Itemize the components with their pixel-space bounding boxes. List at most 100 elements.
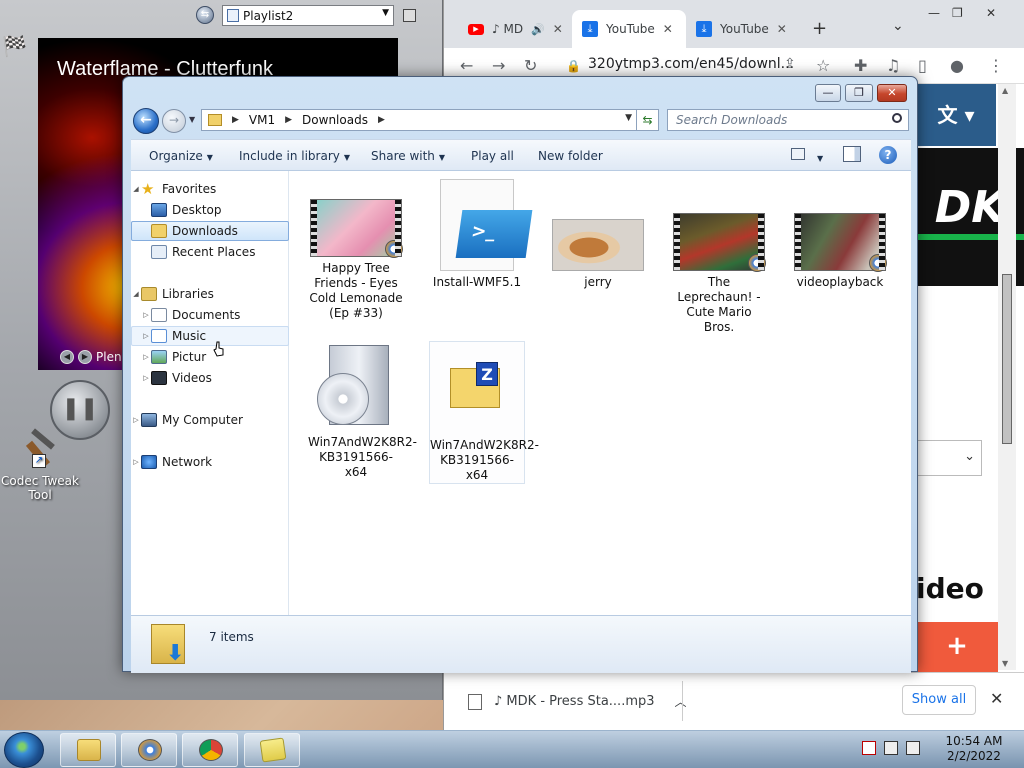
bookmark-star-icon[interactable]: ☆ xyxy=(816,56,830,75)
change-view-icon[interactable] xyxy=(791,148,805,160)
taskbar-chrome-button[interactable] xyxy=(182,733,238,767)
volume-icon[interactable] xyxy=(906,741,920,755)
file-item[interactable]: >_ Install-WMF5.1 xyxy=(429,179,533,290)
forward-button[interactable]: → xyxy=(162,109,186,133)
tab-search-button[interactable]: ⌄ xyxy=(892,18,904,34)
nav-libraries[interactable]: ◢ Libraries xyxy=(131,284,289,304)
recent-pages-dropdown[interactable]: ▼ xyxy=(189,115,195,124)
media-control-icon[interactable]: ♫ xyxy=(886,56,900,75)
search-icon[interactable] xyxy=(892,113,902,123)
chevron-up-icon[interactable]: ︿ xyxy=(675,693,687,710)
expand-arrow-icon[interactable]: ▷ xyxy=(131,416,141,424)
expand-arrow-icon[interactable]: ◢ xyxy=(131,185,141,193)
expand-arrow-icon[interactable]: ▷ xyxy=(141,353,151,361)
media-player-badge-icon xyxy=(385,240,403,258)
maximize-button[interactable]: ❐ xyxy=(845,84,873,102)
nav-desktop[interactable]: Desktop xyxy=(131,200,289,220)
tab-youtube-1[interactable]: ⤓ YouTube ✕ xyxy=(572,10,686,48)
minimize-button[interactable]: — xyxy=(928,6,940,20)
expand-arrow-icon[interactable]: ◢ xyxy=(131,290,141,298)
refresh-button[interactable]: ⇆ xyxy=(637,109,659,131)
scroll-up-icon[interactable]: ▲ xyxy=(1002,86,1008,95)
chevron-right-icon[interactable]: ▶ xyxy=(378,115,385,125)
expand-arrow-icon[interactable]: ▷ xyxy=(141,311,151,319)
organize-menu[interactable]: Organize ▼ xyxy=(149,149,213,163)
address-bar[interactable]: 320ytmp3.com/en45/downl... xyxy=(588,56,794,72)
side-panel-icon[interactable]: ▯ xyxy=(918,56,927,75)
taskbar-folder-button[interactable] xyxy=(244,733,300,767)
tab-youtube-2[interactable]: ⤓ YouTube ✕ xyxy=(686,10,800,48)
view-options-dropdown[interactable]: ▼ xyxy=(813,150,823,164)
share-icon[interactable]: ⇪ xyxy=(784,56,796,72)
action-center-flag-icon[interactable] xyxy=(862,741,876,755)
network-tray-icon[interactable] xyxy=(884,741,898,755)
include-in-library-menu[interactable]: Include in library ▼ xyxy=(239,149,350,163)
preview-pane-icon[interactable] xyxy=(843,146,861,162)
expand-arrow-icon[interactable]: ▷ xyxy=(141,374,151,382)
taskbar-explorer-button[interactable] xyxy=(60,733,116,767)
breadcrumb-downloads[interactable]: Downloads xyxy=(302,113,368,127)
switch-to-library-button[interactable]: ⇆ xyxy=(196,6,214,24)
profile-icon[interactable]: ● xyxy=(950,56,964,75)
new-tab-button[interactable]: + xyxy=(812,18,827,39)
close-window-button[interactable]: ✕ xyxy=(986,6,996,20)
close-tab-icon[interactable]: ✕ xyxy=(777,22,787,36)
format-select[interactable]: ⌄ xyxy=(916,440,982,476)
play-icon[interactable]: ▶ xyxy=(78,350,92,364)
file-item[interactable]: Happy Tree Friends - Eyes Cold Lemonade … xyxy=(308,199,404,321)
file-item[interactable]: Win7AndW2K8R2-KB3191566-x64 xyxy=(308,345,417,480)
download-item[interactable]: ♪ MDK - Press Sta....mp3 ︿ xyxy=(468,693,687,710)
file-item[interactable]: Z Win7AndW2K8R2-KB3191566-x64 xyxy=(429,341,539,484)
help-icon[interactable]: ? xyxy=(879,146,897,164)
wmp-minimize-button[interactable] xyxy=(403,9,416,22)
playlist-dropdown[interactable]: Playlist2 ▼ xyxy=(222,5,394,26)
scroll-down-icon[interactable]: ▼ xyxy=(1002,659,1008,668)
breadcrumb-vm1[interactable]: VM1 xyxy=(249,113,275,127)
nav-pictures[interactable]: ▷ Pictur xyxy=(131,347,289,367)
forward-arrow-icon[interactable]: → xyxy=(492,56,505,75)
chevron-right-icon[interactable]: ▶ xyxy=(285,115,292,125)
previous-icon[interactable]: ◀ xyxy=(60,350,74,364)
expand-arrow-icon[interactable]: ▷ xyxy=(141,332,151,340)
file-item[interactable]: jerry xyxy=(550,219,646,290)
desktop-icon-codec-tweak-tool[interactable]: ↗ Codec Tweak Tool xyxy=(0,428,80,502)
reload-icon[interactable]: ↻ xyxy=(524,56,537,75)
minimize-button[interactable]: — xyxy=(815,84,841,102)
file-item[interactable]: videoplayback xyxy=(792,213,888,290)
maximize-button[interactable]: ❐ xyxy=(952,6,963,20)
show-all-button[interactable]: Show all xyxy=(902,685,976,715)
close-tab-icon[interactable]: ✕ xyxy=(553,22,563,36)
chevron-right-icon[interactable]: ▶ xyxy=(232,115,239,125)
nav-music[interactable]: ▷ Music xyxy=(131,326,289,346)
new-folder-button[interactable]: New folder xyxy=(538,149,603,163)
search-input[interactable]: Search Downloads xyxy=(667,109,909,131)
nav-favorites[interactable]: ◢ ★ Favorites xyxy=(131,179,289,199)
nav-videos[interactable]: ▷ Videos xyxy=(131,368,289,388)
close-tab-icon[interactable]: ✕ xyxy=(663,22,673,36)
add-button[interactable]: + xyxy=(916,622,998,672)
close-window-button[interactable]: ✕ xyxy=(877,84,907,102)
nav-downloads[interactable]: Downloads xyxy=(131,221,289,241)
translate-icon[interactable]: 文 ▾ xyxy=(937,103,974,127)
scroll-thumb[interactable] xyxy=(1002,274,1012,444)
page-scrollbar[interactable]: ▲ ▼ xyxy=(998,84,1016,670)
address-history-dropdown[interactable]: ▼ xyxy=(625,113,632,123)
taskbar-media-player-button[interactable] xyxy=(121,733,177,767)
menu-kebab-icon[interactable]: ⋮ xyxy=(988,56,1004,75)
close-download-shelf-button[interactable]: ✕ xyxy=(990,689,1003,708)
back-arrow-icon[interactable]: ← xyxy=(460,56,473,75)
nav-network[interactable]: ▷ Network xyxy=(131,452,289,472)
address-bar[interactable]: ▶ VM1 ▶ Downloads ▶ ▼ xyxy=(201,109,637,131)
start-button[interactable] xyxy=(4,732,44,768)
extensions-puzzle-icon[interactable]: ✚ xyxy=(854,56,867,75)
play-all-button[interactable]: Play all xyxy=(471,149,514,163)
nav-my-computer[interactable]: ▷ My Computer xyxy=(131,410,289,430)
share-with-menu[interactable]: Share with ▼ xyxy=(371,149,445,163)
file-item[interactable]: The Leprechaun! - Cute Mario Bros. xyxy=(671,213,767,335)
expand-arrow-icon[interactable]: ▷ xyxy=(131,458,141,466)
back-button[interactable]: ← xyxy=(133,108,159,134)
nav-recent-places[interactable]: Recent Places xyxy=(131,242,289,262)
clock[interactable]: 10:54 AM 2/2/2022 xyxy=(934,734,1014,764)
tab-music[interactable]: ▶ ♪ MD 🔊 ✕ xyxy=(458,10,573,48)
nav-documents[interactable]: ▷ Documents xyxy=(131,305,289,325)
